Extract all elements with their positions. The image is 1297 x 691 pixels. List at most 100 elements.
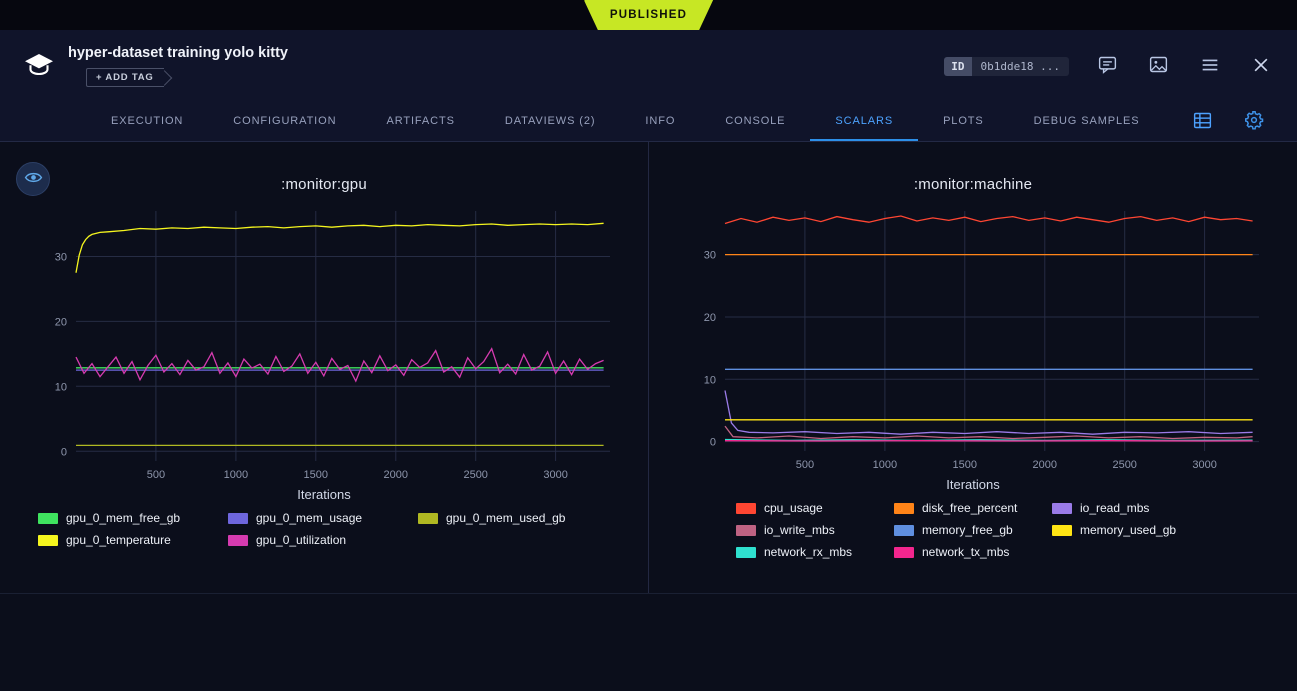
legend-item-network_rx_mbs[interactable]: network_rx_mbs: [736, 545, 894, 559]
legend-label: memory_used_gb: [1080, 523, 1176, 537]
legend-label: gpu_0_temperature: [66, 533, 171, 547]
id-label: ID: [944, 57, 971, 76]
app-window: PUBLISHED hyper-dataset training yolo ki…: [0, 0, 1297, 691]
x-axis-tick-label: 500: [796, 459, 814, 471]
title-block: hyper-dataset training yolo kitty + ADD …: [68, 45, 288, 87]
gpu-chart-legend: gpu_0_mem_free_gb gpu_0_mem_usage gpu_0_me…: [38, 511, 610, 555]
legend-label: gpu_0_mem_used_gb: [446, 511, 565, 525]
tab-configuration[interactable]: CONFIGURATION: [208, 102, 361, 141]
y-axis-tick-label: 10: [55, 381, 67, 393]
y-axis-tick-label: 10: [704, 374, 716, 386]
x-axis-tick-label: 1000: [224, 469, 248, 481]
y-axis-tick-label: 20: [704, 312, 716, 324]
legend-item-gpu_0_utilization[interactable]: gpu_0_utilization: [228, 533, 418, 547]
tab-artifacts[interactable]: ARTIFACTS: [361, 102, 479, 141]
x-axis-tick-label: 2000: [384, 469, 408, 481]
clearml-logo: [24, 53, 54, 80]
legend-item-gpu_0_temperature[interactable]: gpu_0_temperature: [38, 533, 228, 547]
chart-title-gpu: :monitor:gpu: [281, 176, 367, 193]
tab-execution[interactable]: EXECUTION: [86, 102, 208, 141]
eye-icon: [24, 168, 43, 190]
metrics-visibility-button[interactable]: [16, 162, 50, 196]
legend-item-gpu_0_mem_used_gb[interactable]: gpu_0_mem_used_gb: [418, 511, 608, 525]
gpu-chart-plot[interactable]: 010203050010001500200025003000: [30, 203, 618, 485]
legend-swatch: [736, 525, 756, 536]
legend-item-gpu_0_mem_free_gb[interactable]: gpu_0_mem_free_gb: [38, 511, 228, 525]
chart-title-machine: :monitor:machine: [914, 176, 1032, 193]
legend-swatch: [1052, 503, 1072, 514]
legend-item-disk_free_percent[interactable]: disk_free_percent: [894, 501, 1052, 515]
experiment-header: hyper-dataset training yolo kitty + ADD …: [0, 30, 1297, 102]
legend-item-gpu_0_mem_usage[interactable]: gpu_0_mem_usage: [228, 511, 418, 525]
close-button[interactable]: [1249, 53, 1273, 80]
tab-console[interactable]: CONSOLE: [700, 102, 810, 141]
legend-swatch: [38, 513, 58, 524]
legend-label: network_tx_mbs: [922, 545, 1009, 559]
legend-item-network_tx_mbs[interactable]: network_tx_mbs: [894, 545, 1052, 559]
tab-scalars[interactable]: SCALARS: [810, 102, 918, 141]
image-icon: [1148, 54, 1169, 78]
legend-label: io_write_mbs: [764, 523, 835, 537]
x-axis-tick-label: 1000: [873, 459, 897, 471]
settings-button[interactable]: [1241, 107, 1267, 136]
x-axis-tick-label: 500: [147, 469, 165, 481]
x-axis-label: Iterations: [297, 487, 350, 502]
legend-swatch: [38, 535, 58, 546]
legend-label: network_rx_mbs: [764, 545, 852, 559]
legend-swatch: [418, 513, 438, 524]
series-line-gpu_0_utilization: [76, 349, 604, 381]
comment-button[interactable]: [1095, 52, 1120, 80]
x-axis-tick-label: 2000: [1033, 459, 1057, 471]
menu-icon: [1199, 54, 1221, 79]
x-axis-tick-label: 1500: [953, 459, 977, 471]
series-line-cpu_usage: [725, 216, 1253, 224]
legend-swatch: [228, 513, 248, 524]
machine-chart-plot[interactable]: 010203050010001500200025003000: [679, 203, 1267, 475]
y-axis-tick-label: 30: [704, 250, 716, 262]
legend-item-io_read_mbs[interactable]: io_read_mbs: [1052, 501, 1210, 515]
debug-image-button[interactable]: [1146, 52, 1171, 80]
comment-icon: [1097, 54, 1118, 78]
table-view-button[interactable]: [1190, 108, 1215, 136]
legend-swatch: [736, 547, 756, 558]
tab-bar-actions: [1190, 102, 1297, 141]
x-axis-tick-label: 2500: [463, 469, 487, 481]
experiment-title: hyper-dataset training yolo kitty: [68, 45, 288, 61]
y-axis-tick-label: 0: [61, 446, 67, 458]
legend-label: gpu_0_mem_free_gb: [66, 511, 180, 525]
y-axis-tick-label: 30: [55, 252, 67, 264]
scalars-content: :monitor:gpu 0 10 20 30 500 1000 1500 2000 2500 3…: [0, 142, 1297, 691]
chart-panel-machine: :monitor:machine 0 10 20 30 500 1000 1500 2000 2…: [648, 142, 1297, 593]
legend-label: gpu_0_mem_usage: [256, 511, 362, 525]
legend-item-memory_used_gb[interactable]: memory_used_gb: [1052, 523, 1210, 537]
legend-swatch: [736, 503, 756, 514]
x-axis-tick-label: 2500: [1112, 459, 1136, 471]
experiment-id-chip[interactable]: ID 0b1dde18 ...: [944, 57, 1069, 76]
legend-item-io_write_mbs[interactable]: io_write_mbs: [736, 523, 894, 537]
add-tag-button[interactable]: + ADD TAG: [86, 68, 164, 87]
legend-label: memory_free_gb: [922, 523, 1013, 537]
table-icon: [1192, 110, 1213, 134]
legend-label: disk_free_percent: [922, 501, 1017, 515]
gear-icon: [1243, 109, 1265, 134]
legend-label: io_read_mbs: [1080, 501, 1149, 515]
legend-swatch: [1052, 525, 1072, 536]
menu-button[interactable]: [1197, 52, 1223, 81]
legend-item-memory_free_gb[interactable]: memory_free_gb: [894, 523, 1052, 537]
y-axis-tick-label: 0: [710, 437, 716, 449]
tab-bar: EXECUTIONCONFIGURATIONARTIFACTSDATAVIEWS…: [0, 102, 1297, 142]
tab-debug-samples[interactable]: DEBUG SAMPLES: [1009, 102, 1165, 141]
top-strip: PUBLISHED: [0, 0, 1297, 30]
tab-dataviews-2[interactable]: DATAVIEWS (2): [480, 102, 621, 141]
x-axis-tick-label: 3000: [543, 469, 567, 481]
tab-plots[interactable]: PLOTS: [918, 102, 1009, 141]
close-icon: [1251, 55, 1271, 78]
legend-label: cpu_usage: [764, 501, 823, 515]
legend-item-cpu_usage[interactable]: cpu_usage: [736, 501, 894, 515]
x-axis-label: Iterations: [946, 477, 999, 492]
status-ribbon: PUBLISHED: [584, 0, 713, 30]
y-axis-tick-label: 20: [55, 316, 67, 328]
tab-info[interactable]: INFO: [620, 102, 700, 141]
legend-swatch: [894, 503, 914, 514]
legend-swatch: [894, 525, 914, 536]
